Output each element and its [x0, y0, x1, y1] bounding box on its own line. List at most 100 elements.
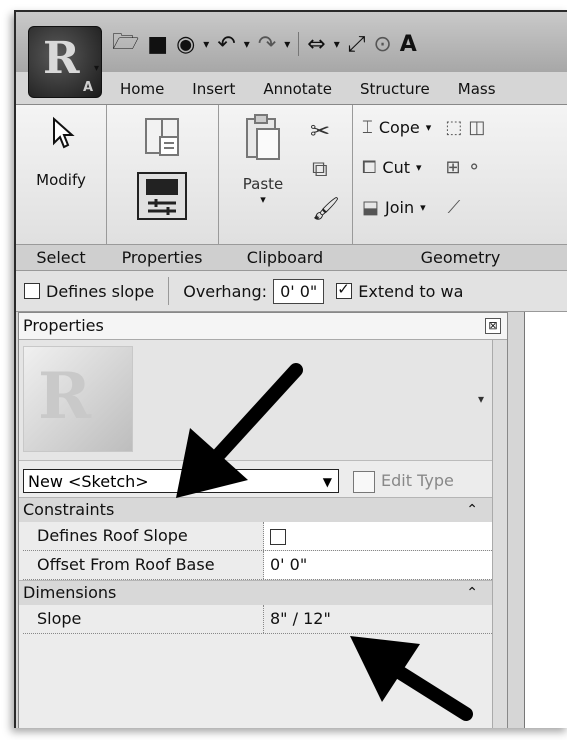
redo-dropdown-icon[interactable]: ▾ [284, 37, 290, 51]
cut-dropdown-icon: ▾ [416, 161, 422, 174]
revit-window: 🗁 ■ ◉ ▾ ↶ ▾ ↷ ▾ ⇔ ▾ ⤢ ⊙ A Home Insert Annota… [14, 10, 567, 728]
section-constraints-label: Constraints [23, 500, 115, 519]
undo-dropdown-icon[interactable]: ▾ [244, 37, 250, 51]
tab-structure[interactable]: Structure [346, 74, 444, 104]
slope-value[interactable]: 8" / 12" [264, 605, 492, 633]
type-preview[interactable]: R ▾ [19, 340, 492, 461]
aligned-dimension-icon[interactable]: ⤢ [348, 32, 366, 57]
type-selector-value: New <Sketch> [28, 472, 149, 491]
revit-type-thumbnail-icon: R [23, 346, 133, 452]
paste-button[interactable]: Paste ▾ [228, 113, 298, 206]
cut-label: Cut [382, 158, 410, 177]
measure-dropdown-icon[interactable]: ▾ [334, 37, 340, 51]
join-dropdown-icon: ▾ [420, 201, 426, 214]
chevron-down-icon: ▼ [322, 475, 332, 489]
properties-palette: Properties ⊠ R ▾ New <Sketch> ▼ Edit Typ… [18, 312, 508, 728]
match-properties-icon[interactable]: 🖌 [312, 197, 340, 222]
qat-separator [298, 32, 300, 56]
wall-joins-icon[interactable]: ◫ [468, 117, 485, 138]
cope-dropdown-icon: ▾ [425, 121, 432, 134]
cope-label: Cope [378, 118, 420, 137]
ribbon: Modify Select Properties Paste ▾ ✂ ⧉ 🖌 C… [16, 104, 567, 271]
properties-body: R ▾ New <Sketch> ▼ Edit Type Constraints… [19, 340, 492, 728]
property-row-offset-from-roof-base: Offset From Roof Base 0' 0" [23, 551, 492, 580]
cut-clipboard-icon[interactable]: ✂ [310, 117, 330, 145]
save-icon[interactable]: ■ [147, 32, 168, 57]
join-label: Join [385, 198, 415, 217]
tag-icon[interactable]: ⊙ [373, 32, 391, 57]
demolish-icon[interactable]: ⟋ [448, 197, 461, 218]
section-dimensions-label: Dimensions [23, 583, 117, 602]
cut-geometry-button[interactable]: ⧠ Cut ▾ ⊞ ⚬ [362, 157, 482, 178]
open-icon[interactable]: 🗁 [112, 25, 139, 63]
properties-panel-label[interactable]: Properties [106, 244, 218, 271]
type-selector-row: New <Sketch> ▼ Edit Type [19, 461, 492, 497]
options-separator [168, 277, 170, 305]
qat-icons: 🗁 ■ ◉ ▾ ↶ ▾ ↷ ▾ ⇔ ▾ ⤢ ⊙ A [112, 30, 417, 58]
modify-button[interactable]: Modify [16, 113, 106, 189]
app-logo-letter: R [43, 33, 80, 84]
cut-profile-icon[interactable]: ⬚ [445, 117, 462, 138]
edit-type-icon [353, 470, 375, 493]
geometry-panel-label[interactable]: Geometry [352, 244, 567, 271]
section-dimensions[interactable]: Dimensions ⌃ [19, 580, 492, 605]
property-name: Defines Roof Slope [23, 522, 264, 550]
close-icon[interactable]: ⊠ [485, 318, 501, 334]
section-constraints[interactable]: Constraints ⌃ [19, 497, 492, 522]
redo-icon[interactable]: ↷ [258, 32, 276, 57]
property-row-slope: Slope 8" / 12" [23, 605, 492, 634]
cope-button[interactable]: ⌶ Cope ▾ ⬚ ◫ [362, 117, 485, 138]
select-panel: Modify Select [16, 105, 107, 271]
defines-slope-checkbox[interactable] [24, 283, 40, 299]
options-bar: Defines slope Overhang: 0' 0" Extend to … [16, 270, 567, 312]
ribbon-tabs: Home Insert Annotate Structure Mass [106, 74, 510, 104]
paint-icon[interactable]: ⚬ [467, 157, 482, 178]
tab-annotate[interactable]: Annotate [249, 74, 346, 104]
overhang-input[interactable]: 0' 0" [273, 278, 325, 304]
properties-title-bar: Properties ⊠ [19, 313, 507, 340]
sync-dropdown-icon[interactable]: ▾ [203, 37, 209, 51]
offset-from-roof-base-value[interactable]: 0' 0" [264, 551, 492, 579]
properties-scrollbar[interactable] [492, 340, 507, 728]
defines-roof-slope-checkbox[interactable] [270, 528, 286, 545]
property-name: Offset From Roof Base [23, 551, 264, 579]
app-logo-sub: A [82, 80, 93, 95]
measure-icon[interactable]: ⇔ [307, 32, 325, 57]
join-geometry-button[interactable]: ⬓ Join ▾ ⟋ [362, 197, 460, 218]
app-menu-dropdown-icon: ▾ [93, 63, 99, 74]
paste-label: Paste [242, 175, 284, 193]
extend-to-wall-checkbox[interactable] [336, 280, 353, 299]
clipboard-panel: Paste ▾ ✂ ⧉ 🖌 Clipboard [218, 105, 353, 271]
type-selector[interactable]: New <Sketch> ▼ [23, 469, 339, 493]
type-preview-dropdown-icon[interactable]: ▾ [478, 392, 484, 406]
paste-icon [246, 114, 280, 160]
tab-home[interactable]: Home [106, 74, 178, 104]
defines-slope-label: Defines slope [46, 281, 155, 301]
split-face-icon[interactable]: ⊞ [446, 157, 461, 178]
geometry-panel: ⌶ Cope ▾ ⬚ ◫ ⧠ Cut ▾ ⊞ ⚬ ⬓ Join ▾ ⟋ Geom… [352, 105, 567, 271]
sync-icon[interactable]: ◉ [176, 32, 195, 57]
collapse-icon[interactable]: ⌃ [466, 498, 478, 522]
type-properties-icon[interactable] [142, 115, 182, 159]
select-panel-label[interactable]: Select [16, 244, 106, 271]
defines-roof-slope-value[interactable] [264, 522, 492, 550]
tab-massing[interactable]: Mass [444, 74, 510, 104]
collapse-icon[interactable]: ⌃ [466, 581, 478, 605]
cut-geometry-icon: ⧠ [362, 157, 377, 178]
application-menu-button[interactable]: R ▾ A [28, 26, 102, 98]
cope-icon: ⌶ [362, 117, 373, 138]
paste-dropdown-icon: ▾ [260, 193, 266, 206]
properties-title: Properties [23, 316, 104, 335]
join-geometry-icon: ⬓ [362, 197, 380, 218]
tab-insert[interactable]: Insert [178, 74, 249, 104]
extend-to-wall-label: Extend to wa [358, 281, 464, 301]
text-icon[interactable]: A [400, 32, 417, 57]
edit-type-button[interactable]: Edit Type [353, 469, 454, 493]
cursor-icon [53, 116, 75, 149]
drawing-area[interactable] [524, 312, 567, 728]
copy-icon[interactable]: ⧉ [312, 157, 328, 182]
modify-label: Modify [36, 171, 86, 189]
clipboard-panel-label[interactable]: Clipboard [218, 244, 352, 271]
undo-icon[interactable]: ↶ [217, 32, 235, 57]
properties-icon[interactable] [136, 171, 188, 221]
